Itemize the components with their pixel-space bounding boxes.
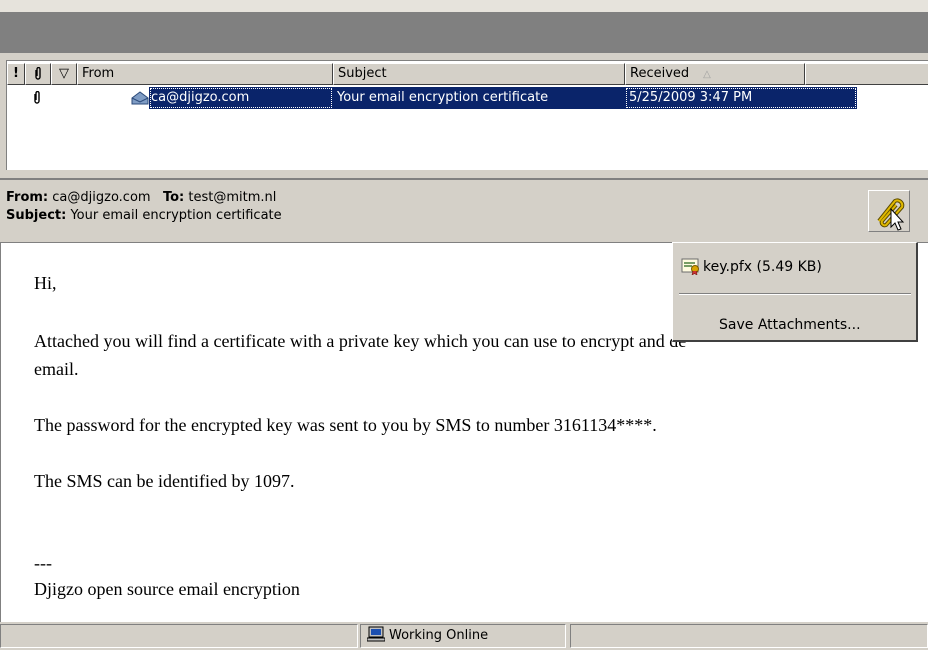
body-paragraph-1: Attached you will find a certificate wit…: [34, 331, 687, 351]
to-value: test@mitm.nl: [188, 190, 277, 205]
computer-icon: [366, 626, 386, 642]
envelope-icon: [131, 87, 149, 109]
subject-label: Subject:: [6, 208, 67, 223]
certificate-file-icon: [681, 258, 699, 276]
preview-subject: Subject: Your email encryption certifica…: [6, 208, 282, 223]
body-paragraph-1-cont: email.: [34, 359, 79, 379]
message-list[interactable]: ! ▽ From Subject Received △ ca@djigzo.com…: [6, 60, 928, 170]
attachment-item-key[interactable]: key.pfx (5.49 KB): [681, 255, 822, 279]
status-pane-online: Working Online: [360, 624, 566, 648]
sort-ascending-icon: △: [703, 69, 711, 80]
preview-header: From: ca@djigzo.com To: test@mitm.nl Sub…: [0, 178, 928, 242]
to-label: To:: [162, 190, 185, 205]
column-importance[interactable]: !: [7, 63, 25, 85]
paperclip-icon: [35, 66, 41, 80]
status-pane-right: [570, 624, 928, 648]
paperclip-icon: [34, 90, 40, 104]
status-bar: Working Online: [0, 622, 928, 650]
message-row[interactable]: ca@djigzo.com Your email encryption cert…: [7, 87, 928, 109]
toolbar-area: [0, 0, 928, 56]
folder-banner: [0, 12, 928, 53]
from-label: From:: [6, 190, 49, 205]
preview-from-to: From: ca@djigzo.com To: test@mitm.nl: [6, 190, 276, 205]
paperclip-icon: [877, 198, 905, 231]
message-received: 5/25/2009 3:47 PM: [625, 87, 857, 109]
column-filler: [805, 63, 928, 85]
status-online-text: Working Online: [389, 628, 489, 643]
attachment-indicator: [27, 87, 47, 109]
toolbar-strip: [0, 0, 928, 12]
status-pane-left: [0, 624, 358, 648]
message-subject: Your email encryption certificate: [333, 87, 625, 109]
signature-separator: ---: [34, 553, 52, 573]
column-received-label: Received: [630, 66, 690, 81]
attachments-button[interactable]: [868, 190, 910, 232]
subject-value: Your email encryption certificate: [70, 208, 282, 223]
column-subject[interactable]: Subject: [333, 63, 625, 85]
column-received[interactable]: Received △: [625, 63, 805, 85]
attachment-menu: key.pfx (5.49 KB) Save Attachments...: [672, 242, 918, 342]
body-paragraph-2: The password for the encrypted key was s…: [34, 415, 657, 435]
message-from: ca@djigzo.com: [149, 87, 333, 109]
save-attachments-item[interactable]: Save Attachments...: [719, 313, 861, 337]
column-flag[interactable]: ▽: [51, 63, 77, 85]
column-from[interactable]: From: [77, 63, 333, 85]
attachment-filename: key.pfx (5.49 KB): [703, 259, 822, 275]
body-greeting: Hi,: [34, 273, 57, 293]
body-paragraph-3: The SMS can be identified by 1097.: [34, 471, 295, 491]
column-attachment[interactable]: [25, 63, 51, 85]
menu-separator: [679, 293, 911, 295]
signature: Djigzo open source email encryption: [34, 579, 300, 599]
from-value: ca@djigzo.com: [52, 190, 151, 205]
